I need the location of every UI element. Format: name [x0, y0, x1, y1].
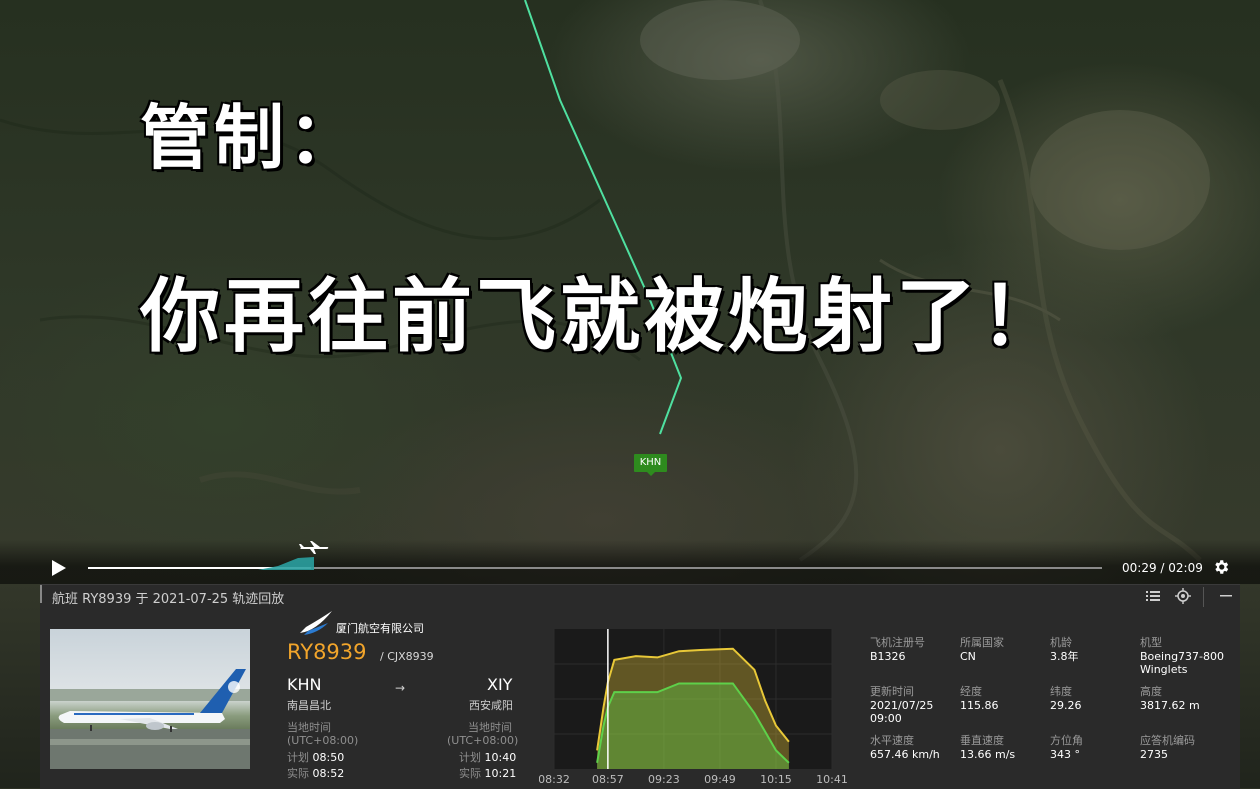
detail-label: 应答机编码	[1140, 734, 1195, 747]
detail-label: 所属国家	[960, 636, 1004, 649]
detail-value: 13.66 m/s	[960, 748, 1016, 761]
origin-timezone: (UTC+08:00)	[287, 734, 359, 747]
destination-planned-row: 计划 10:40	[459, 749, 516, 765]
detail-value: 657.46 km/h	[870, 748, 940, 761]
detail-value: 3.8年	[1050, 650, 1079, 663]
detail-label: 纬度	[1050, 685, 1072, 698]
play-icon[interactable]	[50, 558, 68, 578]
destination-actual-row: 实际 10:21	[459, 765, 516, 781]
airport-marker-khn[interactable]: KHN	[634, 454, 667, 476]
detail-label: 经度	[960, 685, 982, 698]
destination-planned-time: 10:40	[484, 751, 517, 764]
origin-actual-time: 08:52	[312, 767, 345, 780]
detail-value: Boeing737-800 Winglets	[1140, 650, 1225, 676]
x-tick-label: 10:41	[816, 773, 848, 786]
origin-planned-row: 计划 08:50	[287, 749, 344, 765]
gear-icon[interactable]	[1212, 558, 1230, 576]
detail-value: 115.86	[960, 699, 999, 712]
x-tick-label: 09:23	[648, 773, 680, 786]
list-icon[interactable]	[1145, 588, 1161, 604]
planned-label: 计划	[459, 751, 481, 764]
origin-code: KHN	[287, 675, 322, 694]
detail-label: 垂直速度	[960, 734, 1004, 747]
mini-altitude-profile	[258, 557, 314, 570]
detail-label: 水平速度	[870, 734, 914, 747]
planned-label: 计划	[287, 751, 309, 764]
detail-value: 2021/07/25 09:00	[870, 699, 934, 725]
locate-icon[interactable]	[1175, 588, 1191, 604]
panel-title: 航班 RY8939 于 2021-07-25 轨迹回放	[52, 592, 285, 607]
title-accent	[40, 585, 42, 603]
detail-label: 方位角	[1050, 734, 1083, 747]
plane-position-icon[interactable]	[298, 541, 330, 555]
caption-line-2: 你再往前飞就被炮射了！	[140, 270, 1064, 363]
origin-city: 南昌昌北	[287, 699, 331, 712]
detail-value: 343 °	[1050, 748, 1080, 761]
flight-info-panel: 航班 RY8939 于 2021-07-25 轨迹回放 厦门航空有限公司 RY8…	[40, 584, 1240, 789]
x-tick-label: 08:57	[592, 773, 624, 786]
origin-planned-time: 08:50	[312, 751, 345, 764]
detail-label: 机龄	[1050, 636, 1072, 649]
destination-timezone: (UTC+08:00)	[447, 734, 519, 747]
origin-actual-row: 实际 08:52	[287, 765, 344, 781]
x-tick-label: 10:15	[760, 773, 792, 786]
detail-value: CN	[960, 650, 976, 663]
detail-value: B1326	[870, 650, 906, 663]
destination-code: XIY	[487, 675, 513, 694]
flight-profile-chart[interactable]: 08:32 08:57 09:23 09:49 10:15 10:41	[539, 629, 849, 789]
minimize-icon[interactable]	[1218, 588, 1234, 604]
route-arrow: →	[395, 681, 406, 695]
detail-label: 飞机注册号	[870, 636, 925, 649]
destination-local-time-label: 当地时间	[468, 721, 512, 734]
playback-bar	[0, 540, 1260, 584]
detail-value: 29.26	[1050, 699, 1082, 712]
aircraft-photo	[50, 629, 250, 769]
x-tick-label: 09:49	[704, 773, 736, 786]
flight-icao-code: / CJX8939	[380, 650, 434, 663]
destination-city: 西安咸阳	[469, 699, 513, 712]
detail-label: 更新时间	[870, 685, 914, 698]
detail-value: 2735	[1140, 748, 1168, 761]
chart-x-ticks: 08:32 08:57 09:23 09:49 10:15 10:41	[539, 773, 848, 786]
detail-label: 机型	[1140, 636, 1162, 649]
destination-actual-time: 10:21	[484, 767, 517, 780]
actual-label: 实际	[287, 767, 309, 780]
flight-route-line	[524, 0, 683, 435]
aircraft-image	[50, 669, 250, 769]
toolbar-divider	[1203, 587, 1204, 607]
detail-value: 3817.62 m	[1140, 699, 1200, 712]
airline-name: 厦门航空有限公司	[336, 622, 424, 635]
caption-line-1: 管制：	[140, 97, 362, 179]
flight-number: RY8939	[287, 640, 367, 664]
playback-time-readout: 00:29 / 02:09	[1122, 561, 1203, 575]
airline-logo-icon	[300, 611, 332, 635]
origin-local-time-label: 当地时间	[287, 721, 331, 734]
actual-label: 实际	[459, 767, 481, 780]
x-tick-label: 08:32	[539, 773, 570, 786]
detail-label: 高度	[1140, 685, 1162, 698]
